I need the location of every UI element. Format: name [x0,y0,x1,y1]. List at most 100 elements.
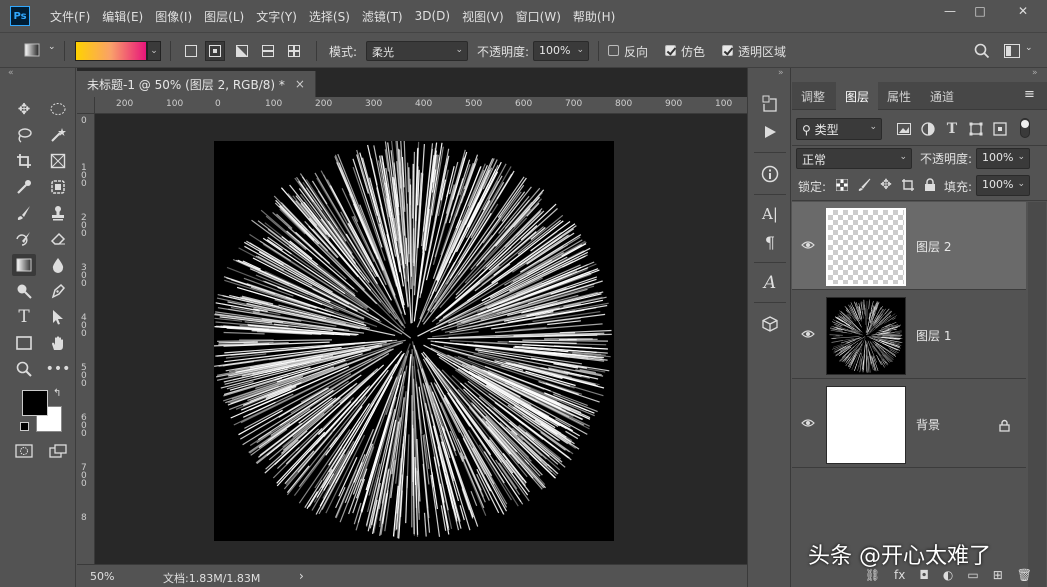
layer-row-background[interactable]: 背景 [792,380,1026,468]
dither-checkbox[interactable] [665,45,676,56]
gradient-swatch[interactable] [75,41,147,61]
new-layer-icon[interactable]: ⊞ [993,568,1003,582]
lock-pixels-icon[interactable] [854,175,874,195]
foreground-color-swatch[interactable] [22,390,48,416]
type-filter-icon[interactable]: T [942,119,962,139]
character-panel-icon[interactable]: A| [758,202,782,226]
more-tools-icon[interactable]: ••• [46,358,71,380]
screen-mode-icon[interactable] [46,440,70,462]
paragraph-panel-icon[interactable]: ¶ [758,230,782,254]
visibility-eye-icon[interactable] [801,418,815,428]
eyedropper-icon[interactable] [12,176,36,198]
rectangle-tool-icon[interactable] [12,332,36,354]
tab-channels[interactable]: 通道 [920,82,964,110]
layer-name[interactable]: 图层 1 [916,327,951,344]
close-tab-icon[interactable]: × [295,77,305,91]
blend-mode-select[interactable]: 正常 ⌄ [796,148,912,169]
menu-edit[interactable]: 编辑(E) [96,8,149,25]
layer-row-layer-2[interactable]: 图层 2 [792,202,1026,290]
layers-scrollbar[interactable] [1028,202,1046,587]
menu-image[interactable]: 图像(I) [149,8,198,25]
blur-tool-icon[interactable] [46,254,70,276]
swap-colors-icon[interactable]: ↰ [53,388,61,399]
collapse-arrows-icon[interactable]: « [8,68,14,78]
restore-button[interactable]: □ [965,2,995,20]
path-selection-icon[interactable] [46,306,70,328]
lock-all-icon[interactable] [920,175,940,195]
smart-object-filter-icon[interactable] [990,119,1010,139]
filter-toggle[interactable] [1020,118,1030,138]
reverse-checkbox[interactable] [608,45,619,56]
hand-tool-icon[interactable] [46,332,70,354]
info-panel-icon[interactable] [758,162,782,186]
mode-select[interactable]: 柔光 ⌄ [366,41,468,61]
minimize-button[interactable]: — [935,2,965,20]
menu-type[interactable]: 文字(Y) [250,8,303,25]
actions-play-icon[interactable] [758,120,782,144]
layer-opacity-input[interactable]: 100% ⌄ [976,148,1030,169]
adjustment-filter-icon[interactable] [918,119,938,139]
history-panel-icon[interactable] [758,92,782,116]
new-group-icon[interactable]: ▭ [967,568,978,582]
canvas-starburst-image[interactable] [214,141,614,541]
tab-properties[interactable]: 属性 [878,82,920,110]
menu-view[interactable]: 视图(V) [456,8,510,25]
visibility-eye-icon[interactable] [801,240,815,250]
diamond-gradient-icon[interactable] [284,41,304,61]
gradient-tool-preset-icon[interactable] [22,40,42,60]
menu-file[interactable]: 文件(F) [44,8,96,25]
menu-layer[interactable]: 图层(L) [198,8,250,25]
radial-gradient-icon[interactable] [205,41,225,61]
history-brush-icon[interactable] [12,228,36,250]
search-icon[interactable] [972,41,992,61]
crop-tool-icon[interactable] [12,150,36,172]
lock-position-icon[interactable]: ✥ [876,175,896,195]
workspace-icon[interactable] [1002,41,1022,61]
document-tab[interactable]: 未标题-1 @ 50% (图层 2, RGB/8) * × [77,71,316,97]
new-adjustment-icon[interactable]: ◐ [943,568,953,582]
workspace-chevron-icon[interactable]: ⌄ [1025,43,1033,53]
layer-name[interactable]: 背景 [916,416,940,433]
brush-tool-icon[interactable] [12,202,36,224]
stamp-tool-icon[interactable] [46,202,70,224]
pixel-filter-icon[interactable] [894,119,914,139]
menu-3d[interactable]: 3D(D) [409,9,456,23]
layer-name[interactable]: 图层 2 [916,238,951,255]
ruler-origin[interactable] [77,97,95,114]
tab-adjustments[interactable]: 调整 [792,82,834,110]
menu-window[interactable]: 窗口(W) [510,8,567,25]
expand-arrows-icon[interactable]: » [778,68,784,78]
linear-gradient-icon[interactable] [181,41,201,61]
panel-collapse-icon[interactable]: » [1032,68,1038,78]
shape-filter-icon[interactable] [966,119,986,139]
eraser-tool-icon[interactable] [46,228,70,250]
close-window-button[interactable]: ✕ [1008,2,1038,20]
visibility-eye-icon[interactable] [801,329,815,339]
quick-mask-icon[interactable] [12,440,36,462]
frame-tool-icon[interactable] [46,150,70,172]
menu-help[interactable]: 帮助(H) [567,8,621,25]
marquee-tool-icon[interactable] [46,98,70,120]
gradient-tool-icon[interactable] [12,254,36,276]
lock-transparent-icon[interactable] [832,175,852,195]
move-tool-icon[interactable]: ✥ [12,98,36,120]
layer-filter-select[interactable]: ⚲ 类型 ⌄ [796,118,882,140]
reflected-gradient-icon[interactable] [258,41,278,61]
lasso-tool-icon[interactable] [12,124,36,146]
glyphs-panel-icon[interactable]: A [758,271,782,295]
opacity-input[interactable]: 100% ⌄ [533,41,589,61]
layer-row-layer-1[interactable]: 图层 1 [792,291,1026,379]
fill-input[interactable]: 100% ⌄ [976,175,1030,196]
add-style-icon[interactable]: fx [894,568,905,582]
delete-layer-icon[interactable]: 🗑 [1017,568,1032,582]
status-arrow-icon[interactable]: › [299,569,304,583]
zoom-level[interactable]: 50% [90,570,114,583]
panel-menu-icon[interactable]: ≡ [1024,87,1035,102]
3d-panel-icon[interactable] [758,312,782,336]
tab-layers[interactable]: 图层 [836,82,878,110]
dodge-tool-icon[interactable] [12,280,36,302]
pen-tool-icon[interactable] [46,280,70,302]
menu-select[interactable]: 选择(S) [303,8,356,25]
default-colors-icon[interactable] [20,422,29,431]
preset-chevron-icon[interactable]: ⌄ [48,42,56,52]
